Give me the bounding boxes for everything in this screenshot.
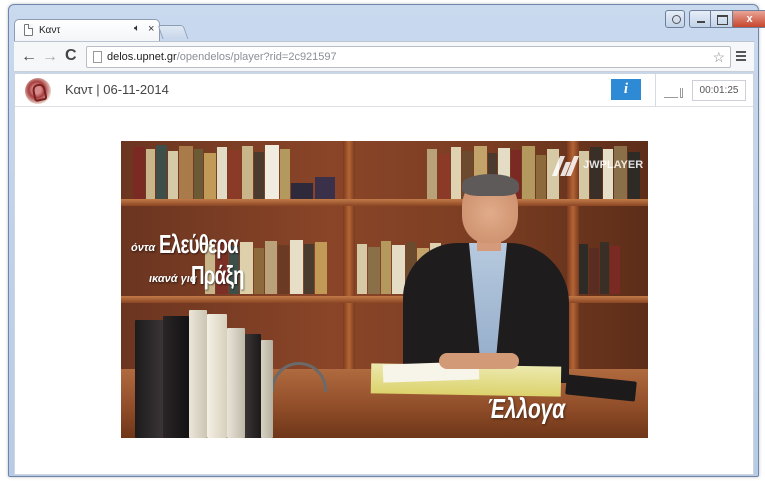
shelf-post	[343, 141, 355, 381]
jwplayer-watermark: JWPLAYER	[551, 154, 644, 176]
shelf-plank	[121, 199, 648, 206]
url-text: delos.upnet.gr/opendelos/player?rid=2c92…	[107, 51, 337, 63]
university-logo	[25, 78, 51, 104]
page-viewport: Καντ | 06-11-2014 i 00:01:25 όντα Ελεύθε…	[14, 73, 754, 475]
divider	[655, 74, 656, 107]
page-icon	[93, 51, 102, 63]
jwplayer-logo-icon	[551, 154, 580, 176]
forward-arrow-icon[interactable]: →	[42, 48, 58, 66]
speaker-hands	[439, 353, 519, 369]
video-player[interactable]: όντα Ελεύθερα ικανά για Πράξη Έλλογα JWP…	[121, 141, 648, 438]
page-icon	[24, 24, 33, 36]
close-window-button[interactable]: x	[733, 10, 765, 28]
menu-icon[interactable]	[736, 51, 746, 63]
speaker-icon[interactable]: 🔈︎	[134, 23, 140, 34]
speaker-hair	[462, 174, 519, 196]
lecture-title: Καντ | 06-11-2014	[65, 82, 169, 97]
volume-icon[interactable]	[664, 86, 686, 98]
brand-text: Έλλογα	[487, 393, 566, 424]
minimize-button[interactable]	[689, 10, 711, 28]
book-row	[133, 144, 338, 199]
back-arrow-icon[interactable]: ←	[21, 48, 37, 66]
browser-toolbar: ← → C delos.upnet.gr/opendelos/player?ri…	[14, 41, 754, 72]
jwplayer-label: JWPLAYER	[583, 158, 644, 171]
tab-close-icon[interactable]: ×	[148, 23, 154, 35]
book-row	[579, 239, 648, 294]
maximize-button[interactable]	[711, 10, 733, 28]
overlay-big-text-2: Πράξη	[191, 260, 245, 290]
reload-icon[interactable]: C	[65, 47, 77, 65]
overlay-small-text-1: όντα	[131, 242, 156, 254]
new-tab-button[interactable]	[157, 25, 189, 39]
book-stack	[135, 306, 275, 438]
book-row	[357, 144, 562, 199]
overlay-big-text-1: Ελεύθερα	[159, 229, 239, 259]
address-bar[interactable]: delos.upnet.gr/opendelos/player?rid=2c92…	[86, 46, 731, 68]
player-header: Καντ | 06-11-2014 i 00:01:25	[15, 74, 753, 107]
browser-tab[interactable]: Καντ 🔈︎ ×	[14, 19, 160, 41]
bookmark-star-icon[interactable]: ☆	[712, 47, 725, 67]
time-display: 00:01:25	[692, 80, 746, 101]
user-profile-button[interactable]	[665, 10, 685, 28]
info-button[interactable]: i	[611, 79, 641, 100]
overlay-small-text-2: ικανά για	[149, 273, 197, 285]
tab-title: Καντ	[39, 25, 61, 36]
